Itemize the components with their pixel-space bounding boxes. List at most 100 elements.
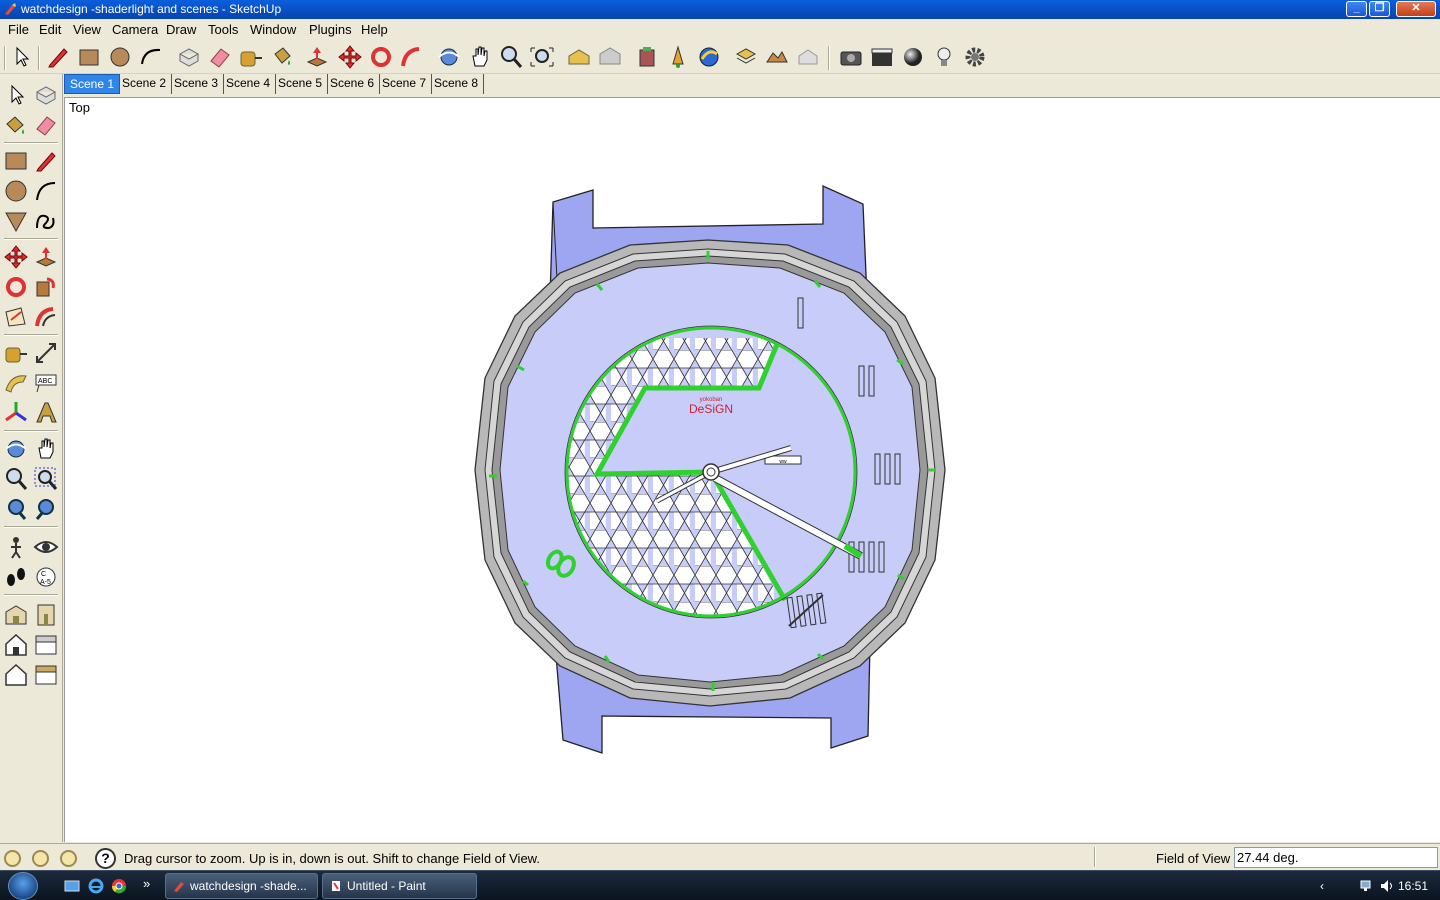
front-view-icon[interactable] bbox=[33, 602, 59, 628]
pencil-icon[interactable] bbox=[45, 44, 71, 70]
text-icon[interactable]: ABC bbox=[33, 370, 59, 396]
pan-icon[interactable] bbox=[33, 436, 59, 462]
polygon-icon[interactable] bbox=[3, 208, 29, 234]
paint-bucket-icon[interactable] bbox=[3, 112, 29, 138]
rectangle-icon[interactable] bbox=[3, 148, 29, 174]
axes-icon[interactable] bbox=[3, 400, 29, 426]
clapperboard-icon[interactable] bbox=[869, 44, 895, 70]
eraser-icon[interactable] bbox=[33, 112, 59, 138]
drawing-viewport[interactable]: Top yokoban DeSiGN ww bbox=[64, 97, 1440, 842]
camera-icon[interactable] bbox=[838, 44, 864, 70]
left-view-icon[interactable] bbox=[33, 662, 59, 688]
zoom-extents-icon[interactable] bbox=[529, 44, 555, 70]
next-view-icon[interactable] bbox=[33, 496, 59, 522]
previous-view-icon[interactable] bbox=[3, 496, 29, 522]
orbit-icon[interactable] bbox=[436, 44, 462, 70]
follow-me-icon[interactable] bbox=[399, 44, 425, 70]
select-icon[interactable] bbox=[3, 82, 29, 108]
zoom-window-icon[interactable] bbox=[33, 466, 59, 492]
show-desktop-icon[interactable] bbox=[64, 878, 80, 894]
taskbar-button-paint[interactable]: Untitled - Paint bbox=[322, 873, 477, 899]
top-view-icon[interactable] bbox=[3, 632, 29, 658]
walk-icon[interactable] bbox=[3, 564, 29, 590]
measurements-input[interactable] bbox=[1234, 847, 1438, 868]
minimize-button[interactable]: _ bbox=[1346, 1, 1367, 17]
place-model-icon[interactable] bbox=[665, 44, 691, 70]
tab-scene-4[interactable]: Scene 4 bbox=[221, 74, 277, 94]
share-component-icon[interactable] bbox=[795, 44, 821, 70]
freehand-icon[interactable] bbox=[33, 208, 59, 234]
circle-icon[interactable] bbox=[107, 44, 133, 70]
orbit-icon[interactable] bbox=[3, 436, 29, 462]
look-around-icon[interactable] bbox=[33, 534, 59, 560]
rotate-icon[interactable] bbox=[3, 274, 29, 300]
tab-scene-1[interactable]: Scene 1 bbox=[64, 74, 121, 94]
get-current-view-icon[interactable] bbox=[733, 44, 759, 70]
paint-bucket-icon[interactable] bbox=[269, 44, 295, 70]
move-icon[interactable] bbox=[337, 44, 363, 70]
geolocation-icon[interactable] bbox=[4, 850, 21, 867]
tape-measure-icon[interactable] bbox=[3, 340, 29, 366]
menu-window[interactable]: Window bbox=[250, 22, 296, 37]
tab-scene-7[interactable]: Scene 7 bbox=[377, 74, 433, 94]
circle-icon[interactable] bbox=[3, 178, 29, 204]
tab-scene-2[interactable]: Scene 2 bbox=[117, 74, 173, 94]
right-view-icon[interactable] bbox=[33, 632, 59, 658]
signin-icon[interactable] bbox=[60, 850, 77, 867]
network-icon[interactable] bbox=[1360, 879, 1374, 893]
component-warehouse-icon[interactable] bbox=[634, 44, 660, 70]
menu-plugins[interactable]: Plugins bbox=[309, 22, 352, 37]
dimension-icon[interactable] bbox=[33, 340, 59, 366]
settings-icon[interactable] bbox=[962, 44, 988, 70]
tray-expand-icon[interactable]: ‹ bbox=[1320, 879, 1334, 893]
credits-icon[interactable] bbox=[32, 850, 49, 867]
select-icon[interactable] bbox=[8, 44, 34, 70]
menu-camera[interactable]: Camera bbox=[112, 22, 158, 37]
position-camera-icon[interactable] bbox=[3, 534, 29, 560]
maximize-button[interactable]: ❐ bbox=[1369, 1, 1390, 17]
menu-edit[interactable]: Edit bbox=[39, 22, 61, 37]
push-pull-icon[interactable] bbox=[33, 244, 59, 270]
arc-icon[interactable] bbox=[33, 178, 59, 204]
menu-help[interactable]: Help bbox=[361, 22, 388, 37]
tab-scene-5[interactable]: Scene 5 bbox=[273, 74, 329, 94]
light-bulb-icon[interactable] bbox=[931, 44, 957, 70]
tab-scene-6[interactable]: Scene 6 bbox=[325, 74, 381, 94]
start-button[interactable] bbox=[8, 872, 38, 900]
follow-me-icon[interactable] bbox=[33, 274, 59, 300]
3d-text-icon[interactable] bbox=[33, 400, 59, 426]
make-component-icon[interactable] bbox=[176, 44, 202, 70]
offset-icon[interactable] bbox=[33, 304, 59, 330]
menu-tools[interactable]: Tools bbox=[208, 22, 238, 37]
internet-explorer-icon[interactable] bbox=[88, 878, 104, 894]
get-models-icon[interactable] bbox=[566, 44, 592, 70]
share-model-icon[interactable] bbox=[597, 44, 623, 70]
zoom-icon[interactable] bbox=[3, 466, 29, 492]
chrome-icon[interactable] bbox=[111, 878, 127, 894]
eraser-icon[interactable] bbox=[207, 44, 233, 70]
iso-view-icon[interactable] bbox=[3, 602, 29, 628]
rectangle-icon[interactable] bbox=[76, 44, 102, 70]
rotate-icon[interactable] bbox=[368, 44, 394, 70]
make-component-icon[interactable] bbox=[33, 82, 59, 108]
taskbar-button-sketchup[interactable]: watchdesign -shade... bbox=[165, 873, 318, 899]
help-icon[interactable]: ? bbox=[95, 848, 116, 869]
tape-measure-icon[interactable] bbox=[238, 44, 264, 70]
tab-scene-8[interactable]: Scene 8 bbox=[429, 74, 485, 94]
scale-icon[interactable] bbox=[3, 304, 29, 330]
back-view-icon[interactable] bbox=[3, 662, 29, 688]
move-icon[interactable] bbox=[3, 244, 29, 270]
tab-scene-3[interactable]: Scene 3 bbox=[169, 74, 225, 94]
menu-draw[interactable]: Draw bbox=[166, 22, 196, 37]
toggle-terrain-icon[interactable] bbox=[764, 44, 790, 70]
pan-icon[interactable] bbox=[467, 44, 493, 70]
zoom-icon[interactable] bbox=[498, 44, 524, 70]
protractor-icon[interactable] bbox=[3, 370, 29, 396]
volume-icon[interactable] bbox=[1380, 879, 1394, 893]
watch-model[interactable]: yokoban DeSiGN ww bbox=[65, 98, 1440, 843]
line-icon[interactable] bbox=[33, 148, 59, 174]
menu-view[interactable]: View bbox=[73, 22, 101, 37]
menu-file[interactable]: File bbox=[8, 22, 29, 37]
sphere-icon[interactable] bbox=[900, 44, 926, 70]
section-plane-icon[interactable]: C A-5 bbox=[33, 564, 59, 590]
